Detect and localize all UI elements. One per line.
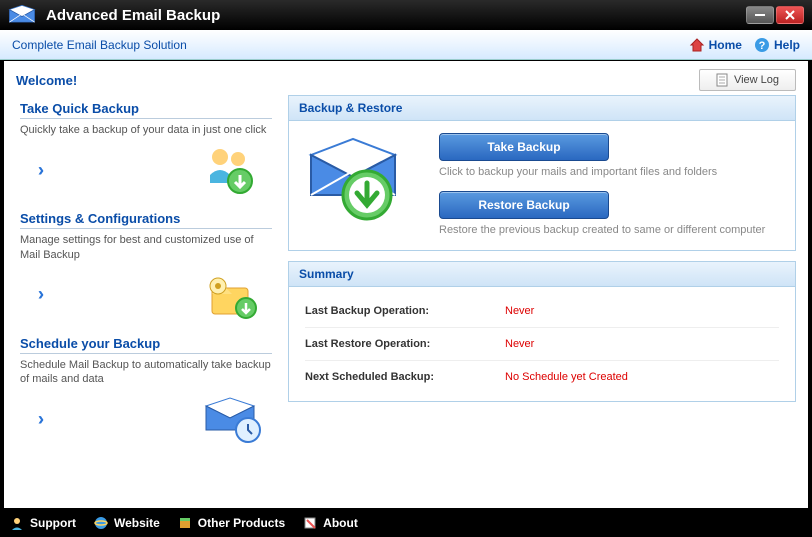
restore-backup-desc: Restore the previous backup created to s… — [439, 223, 783, 237]
view-log-button[interactable]: View Log — [699, 69, 796, 91]
settings-section: Settings & Configurations Manage setting… — [20, 211, 272, 322]
support-link[interactable]: Support — [10, 516, 76, 530]
section-desc: Quickly take a backup of your data in ju… — [20, 123, 272, 137]
section-title[interactable]: Settings & Configurations — [20, 211, 272, 229]
person-icon — [10, 516, 24, 530]
summary-row: Last Backup Operation: Never — [305, 295, 779, 328]
summary-row: Last Restore Operation: Never — [305, 328, 779, 361]
support-label: Support — [30, 516, 76, 530]
summary-row: Next Scheduled Backup: No Schedule yet C… — [305, 361, 779, 393]
summary-value: No Schedule yet Created — [505, 371, 628, 383]
about-link[interactable]: About — [303, 516, 358, 530]
schedule-section: Schedule your Backup Schedule Mail Backu… — [20, 336, 272, 447]
home-label: Home — [709, 38, 742, 52]
help-link[interactable]: ? Help — [754, 37, 800, 53]
help-icon: ? — [754, 37, 770, 53]
app-title: Advanced Email Backup — [46, 7, 220, 24]
minimize-button[interactable] — [746, 6, 774, 24]
people-backup-icon — [200, 145, 264, 195]
panel-header: Summary — [289, 262, 795, 287]
quick-backup-section: Take Quick Backup Quickly take a backup … — [20, 101, 272, 197]
tagline: Complete Email Backup Solution — [12, 38, 187, 52]
other-products-link[interactable]: Other Products — [178, 516, 285, 530]
home-link[interactable]: Home — [689, 37, 742, 53]
mail-download-icon — [301, 133, 421, 233]
summary-panel: Summary Last Backup Operation: Never Las… — [288, 261, 796, 402]
take-backup-action: Take Backup Click to backup your mails a… — [439, 133, 783, 179]
app-window: Advanced Email Backup Complete Email Bac… — [0, 0, 812, 537]
content-area: Welcome! View Log Take Quick Backup Quic… — [3, 60, 809, 509]
summary-label: Last Backup Operation: — [305, 305, 505, 317]
summary-label: Next Scheduled Backup: — [305, 371, 505, 383]
restore-backup-action: Restore Backup Restore the previous back… — [439, 191, 783, 237]
section-desc: Schedule Mail Backup to automatically ta… — [20, 358, 272, 387]
backup-restore-panel: Backup & Restore Take Backup Click to ba… — [288, 95, 796, 251]
view-log-label: View Log — [734, 74, 779, 86]
subheader: Complete Email Backup Solution Home ? He… — [0, 30, 812, 60]
restore-backup-button[interactable]: Restore Backup — [439, 191, 609, 219]
sidebar: Take Quick Backup Quickly take a backup … — [16, 95, 276, 500]
about-label: About — [323, 516, 358, 530]
section-desc: Manage settings for best and customized … — [20, 233, 272, 262]
mail-clock-icon — [200, 394, 264, 444]
take-backup-button[interactable]: Take Backup — [439, 133, 609, 161]
footer: Support Website Other Products About — [0, 509, 812, 537]
other-products-label: Other Products — [198, 516, 285, 530]
section-title[interactable]: Schedule your Backup — [20, 336, 272, 354]
note-icon — [303, 516, 317, 530]
svg-text:?: ? — [759, 40, 766, 52]
summary-label: Last Restore Operation: — [305, 338, 505, 350]
take-backup-desc: Click to backup your mails and important… — [439, 165, 783, 179]
window-controls — [746, 6, 804, 24]
close-button[interactable] — [776, 6, 804, 24]
panel-header: Backup & Restore — [289, 96, 795, 121]
home-icon — [689, 37, 705, 53]
welcome-text: Welcome! — [16, 73, 77, 88]
ie-icon — [94, 516, 108, 530]
summary-value: Never — [505, 338, 534, 350]
folder-gear-icon — [200, 270, 264, 320]
app-icon — [8, 4, 36, 26]
main-panels: Backup & Restore Take Backup Click to ba… — [288, 95, 796, 500]
help-label: Help — [774, 38, 800, 52]
website-label: Website — [114, 516, 160, 530]
box-icon — [178, 516, 192, 530]
section-title[interactable]: Take Quick Backup — [20, 101, 272, 119]
summary-value: Never — [505, 305, 534, 317]
document-icon — [716, 73, 728, 87]
website-link[interactable]: Website — [94, 516, 160, 530]
titlebar: Advanced Email Backup — [0, 0, 812, 30]
